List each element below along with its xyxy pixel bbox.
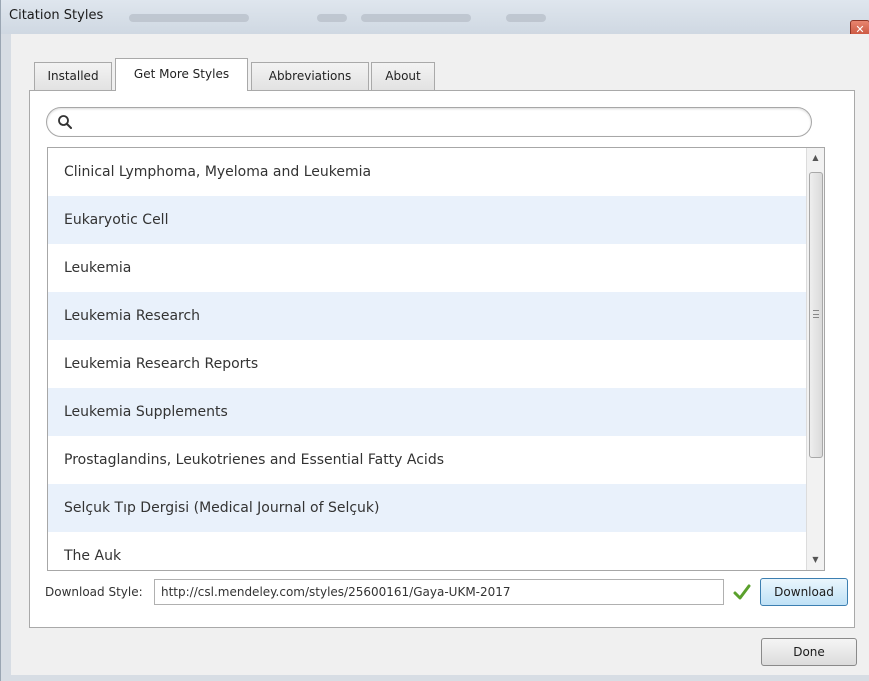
scroll-down-arrow-icon[interactable]: ▼ <box>807 552 824 568</box>
styles-list: Clinical Lymphoma, Myeloma and Leukemia E… <box>47 147 825 571</box>
styles-list-items: Clinical Lymphoma, Myeloma and Leukemia E… <box>48 148 806 570</box>
list-item[interactable]: Leukemia Supplements <box>48 388 806 436</box>
vertical-scrollbar[interactable]: ▲ ▼ <box>806 148 824 570</box>
done-button[interactable]: Done <box>761 638 857 666</box>
list-item[interactable]: Leukemia <box>48 244 806 292</box>
list-item[interactable]: Clinical Lymphoma, Myeloma and Leukemia <box>48 148 806 196</box>
list-item[interactable]: Leukemia Research <box>48 292 806 340</box>
tab-installed[interactable]: Installed <box>34 62 112 90</box>
list-item[interactable]: Selçuk Tıp Dergisi (Medical Journal of S… <box>48 484 806 532</box>
list-item[interactable]: Prostaglandins, Leukotrienes and Essenti… <box>48 436 806 484</box>
dialog-body: Installed Get More Styles Abbreviations … <box>11 34 869 675</box>
tab-get-more-styles[interactable]: Get More Styles <box>115 58 248 91</box>
scroll-thumb[interactable] <box>809 172 823 458</box>
search-box[interactable] <box>46 107 812 137</box>
window-title: Citation Styles <box>9 8 104 23</box>
list-item[interactable]: Eukaryotic Cell <box>48 196 806 244</box>
scroll-up-arrow-icon[interactable]: ▲ <box>807 150 824 166</box>
grip-icon <box>813 310 819 318</box>
list-item[interactable]: Leukemia Research Reports <box>48 340 806 388</box>
search-icon <box>58 115 72 129</box>
download-style-label: Download Style: <box>45 585 143 599</box>
list-item[interactable]: The Auk <box>48 532 806 570</box>
check-icon <box>733 584 751 600</box>
download-url-field[interactable]: http://csl.mendeley.com/styles/25600161/… <box>154 579 724 605</box>
tab-about[interactable]: About <box>371 62 435 90</box>
search-input[interactable] <box>79 112 799 132</box>
download-button[interactable]: Download <box>760 578 848 606</box>
get-more-styles-panel: Clinical Lymphoma, Myeloma and Leukemia E… <box>29 90 855 628</box>
title-bar[interactable]: Citation Styles ✕ <box>1 0 869 40</box>
citation-styles-window: Citation Styles ✕ Installed Get More Sty… <box>0 0 869 681</box>
tab-abbreviations[interactable]: Abbreviations <box>251 62 369 90</box>
